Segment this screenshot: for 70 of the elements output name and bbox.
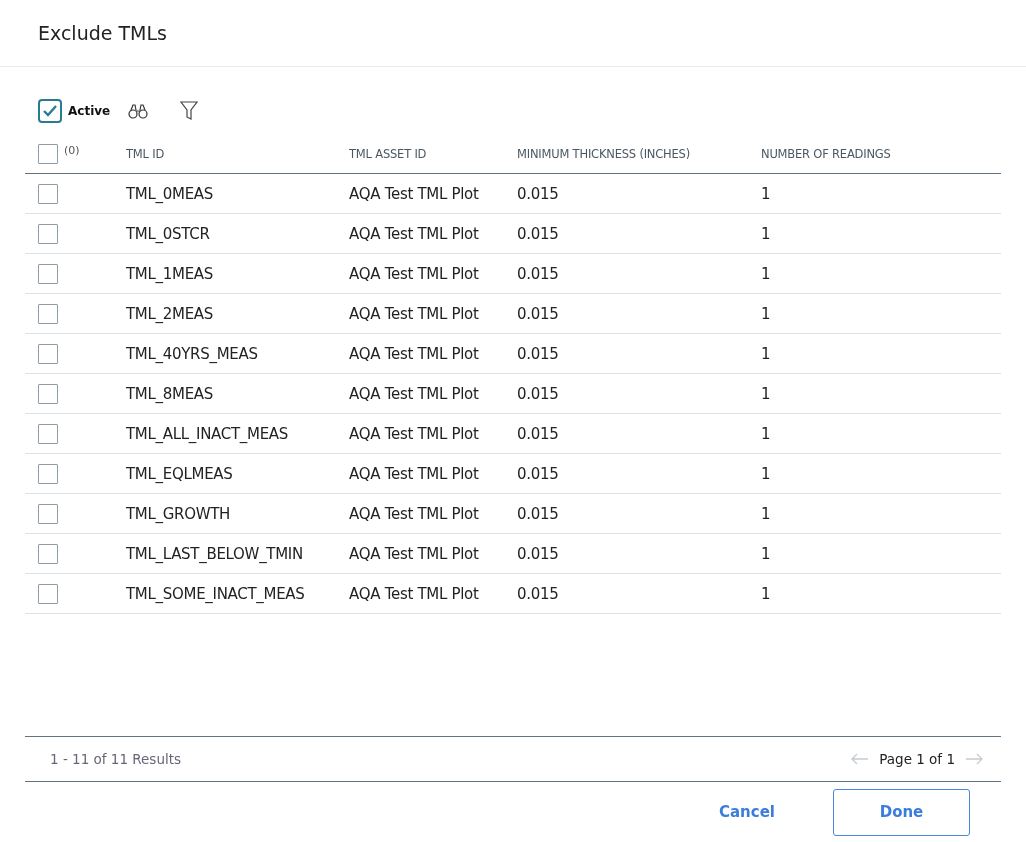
table-cell-text: AQA Test TML Plot <box>349 184 480 203</box>
column-header[interactable]: TML ASSET ID <box>349 147 517 161</box>
table-cell-text: AQA Test TML Plot <box>349 304 480 323</box>
select-all-checkbox[interactable] <box>38 144 58 164</box>
table-cell-text: 0.015 <box>517 584 560 603</box>
table-cell-text: AQA Test TML Plot <box>349 544 480 563</box>
filter-icon[interactable] <box>180 101 199 121</box>
table-cell-text: TML_2MEAS <box>126 304 214 323</box>
row-checkbox[interactable] <box>38 343 58 364</box>
table-cell-text: AQA Test TML Plot <box>349 424 480 443</box>
dialog-title: Exclude TMLs <box>38 22 167 44</box>
table-cell-text: 0.015 <box>517 264 560 283</box>
active-checkbox[interactable] <box>38 99 62 123</box>
table-cell-text: 1 <box>761 304 772 323</box>
table-cell-text: TML_8MEAS <box>126 384 214 403</box>
row-checkbox[interactable] <box>38 223 58 244</box>
table-cell-text: 1 <box>761 544 772 563</box>
table-cell-text: 1 <box>761 584 772 603</box>
table-cell-text: 0.015 <box>517 184 560 203</box>
table-cell-text: TML_1MEAS <box>126 264 214 283</box>
row-checkbox[interactable] <box>38 183 58 204</box>
table-cell-text: 1 <box>761 344 772 363</box>
table-cell-text: 1 <box>761 264 772 283</box>
table-cell-text: 0.015 <box>517 224 560 243</box>
column-header[interactable]: TML ID <box>126 147 349 161</box>
binoculars-icon[interactable] <box>128 103 149 119</box>
results-count: 1 - 11 of 11 Results <box>50 751 182 767</box>
table-cell-text: AQA Test TML Plot <box>349 264 480 283</box>
table-cell-text: 1 <box>761 464 772 483</box>
row-checkbox[interactable] <box>38 303 58 324</box>
table-cell-text: 0.015 <box>517 344 560 363</box>
table-cell-text: 0.015 <box>517 424 560 443</box>
row-checkbox[interactable] <box>38 503 58 524</box>
table-cell-text: 1 <box>761 224 772 243</box>
table-cell-text: AQA Test TML Plot <box>349 584 480 603</box>
table-cell-text: 1 <box>761 424 772 443</box>
row-checkbox[interactable] <box>38 543 58 564</box>
table-cell-text: TML_SOME_INACT_MEAS <box>126 584 306 603</box>
table-cell-text: AQA Test TML Plot <box>349 344 480 363</box>
row-checkbox[interactable] <box>38 423 58 444</box>
table-cell-text: AQA Test TML Plot <box>349 464 480 483</box>
table-cell-text: TML_0STCR <box>126 224 211 243</box>
column-header[interactable]: NUMBER OF READINGS <box>761 147 1001 161</box>
table-cell-text: TML_GROWTH <box>126 504 232 523</box>
done-button[interactable]: Done <box>833 788 970 836</box>
table-cell-text: TML_40YRS_MEAS <box>126 344 259 363</box>
table-cell-text: 0.015 <box>517 464 560 483</box>
row-checkbox[interactable] <box>38 463 58 484</box>
active-label: Active <box>68 104 111 118</box>
table-cell-text: AQA Test TML Plot <box>349 504 480 523</box>
table-cell-text: TML_ALL_INACT_MEAS <box>126 424 290 443</box>
selected-count: (0) <box>64 144 80 157</box>
table-cell-text: 0.015 <box>517 304 560 323</box>
page-indicator: Page 1 of 1 <box>879 751 955 767</box>
table-cell-text: 1 <box>761 184 772 203</box>
table-cell-text: 0.015 <box>517 504 560 523</box>
table-cell-text: TML_0MEAS <box>126 184 214 203</box>
table-cell-text: 0.015 <box>517 544 560 563</box>
table-cell-text: TML_EQLMEAS <box>126 464 234 483</box>
row-checkbox[interactable] <box>38 383 58 404</box>
checkmark-icon <box>43 105 57 117</box>
table-cell-text: 0.015 <box>517 384 560 403</box>
table-cell-text: TML_LAST_BELOW_TMIN <box>126 544 304 563</box>
table-cell-text: 1 <box>761 384 772 403</box>
row-checkbox[interactable] <box>38 263 58 284</box>
table-cell-text: 1 <box>761 504 772 523</box>
table-cell-text: AQA Test TML Plot <box>349 384 480 403</box>
row-checkbox[interactable] <box>38 583 58 604</box>
table-cell-text: AQA Test TML Plot <box>349 224 480 243</box>
column-header[interactable]: MINIMUM THICKNESS (INCHES) <box>517 147 761 161</box>
